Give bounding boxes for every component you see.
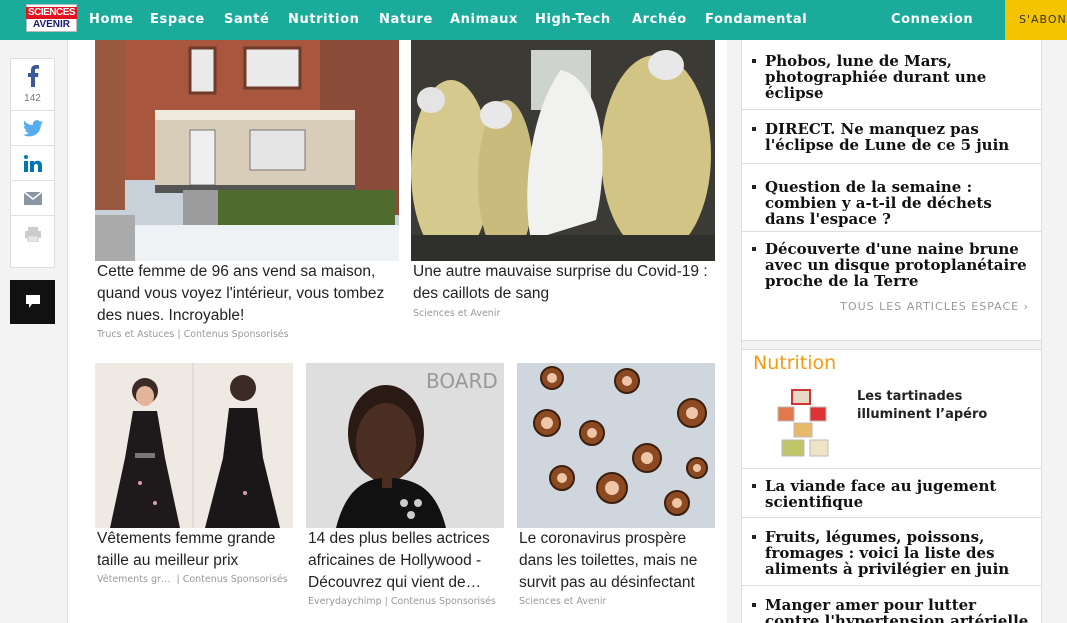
twitter-icon bbox=[22, 120, 43, 137]
sidebar-article[interactable]: Fruits, légumes, poissons, fromages : vo… bbox=[742, 518, 1041, 586]
nav-item-fondamental[interactable]: Fondamental bbox=[705, 12, 807, 27]
nav-item-high-tech[interactable]: High-Tech bbox=[535, 12, 611, 27]
sponsored-label[interactable]: Contenus Sponsorisés bbox=[391, 596, 496, 607]
facebook-share-button[interactable]: 142 bbox=[11, 59, 54, 111]
sponsored-card-actresses[interactable]: BOARD 14 des plus belles actrices africa… bbox=[306, 363, 506, 623]
bullet-icon bbox=[752, 185, 756, 189]
card-title[interactable]: Le coronavirus prospère dans les toilett… bbox=[519, 528, 715, 594]
sidebar-article-title[interactable]: DIRECT. Ne manquez pas l'éclipse de Lune… bbox=[765, 121, 1033, 153]
sponsored-card-clothing[interactable]: Vêtements femme grande taille au meilleu… bbox=[95, 363, 295, 623]
email-icon bbox=[23, 192, 42, 205]
house-image[interactable] bbox=[95, 40, 399, 261]
comment-button[interactable] bbox=[10, 280, 55, 324]
nav-item-home[interactable]: Home bbox=[89, 12, 134, 27]
card-source: Trucs et Astuces | Contenus Sponsorisés bbox=[97, 329, 289, 340]
card-source: Sciences et Avenir bbox=[519, 596, 606, 607]
comment-icon bbox=[25, 295, 40, 308]
share-box: 142 bbox=[10, 58, 55, 268]
linkedin-icon bbox=[23, 155, 42, 172]
sidebar-article-title[interactable]: Découverte d'une naine brune avec un dis… bbox=[765, 241, 1033, 289]
sponsored-label[interactable]: Contenus Sponsorisés bbox=[183, 574, 288, 585]
card-title[interactable]: 14 des plus belles actrices africaines d… bbox=[308, 528, 504, 594]
logo-line-1: SCIENCES bbox=[25, 6, 78, 19]
sponsored-card-house[interactable]: Cette femme de 96 ans vend sa maison, qu… bbox=[95, 40, 400, 350]
sidebar-article[interactable]: Phobos, lune de Mars, photographiée dura… bbox=[742, 40, 1041, 110]
source-name: Sciences et Avenir bbox=[519, 596, 607, 607]
facebook-icon bbox=[27, 65, 39, 87]
all-espace-articles-link[interactable]: TOUS LES ARTICLES ESPACE › bbox=[840, 300, 1029, 313]
dress-image[interactable] bbox=[95, 363, 293, 528]
print-button[interactable] bbox=[11, 217, 54, 251]
nav-item-archeo[interactable]: Archéo bbox=[632, 12, 687, 27]
sidebar-article[interactable]: Manger amer pour lutter contre l'hyperte… bbox=[742, 586, 1041, 623]
bullet-icon bbox=[752, 484, 756, 488]
sidebar-article-title[interactable]: Question de la semaine : combien y a-t-i… bbox=[765, 179, 1033, 227]
nav-item-nature[interactable]: Nature bbox=[379, 12, 433, 27]
surgery-image[interactable] bbox=[411, 40, 715, 261]
logo-line-2: AVENIR bbox=[32, 18, 71, 30]
source-name: Vêtements gr… bbox=[97, 574, 171, 585]
svg-text:BOARD: BOARD bbox=[426, 369, 498, 393]
card-title[interactable]: Une autre mauvaise surprise du Covid-19 … bbox=[413, 261, 717, 305]
section-divider bbox=[742, 340, 1041, 350]
nav-item-animaux[interactable]: Animaux bbox=[450, 12, 518, 27]
bullet-icon bbox=[752, 247, 756, 251]
bullet-icon bbox=[752, 59, 756, 63]
actress-image[interactable]: BOARD bbox=[306, 363, 504, 528]
nav-item-espace[interactable]: Espace bbox=[150, 12, 205, 27]
card-source: Everydaychimp | Contenus Sponsorisés bbox=[308, 596, 496, 607]
sponsored-content-grid: Cette femme de 96 ans vend sa maison, qu… bbox=[68, 40, 727, 623]
tartinades-image[interactable] bbox=[770, 385, 840, 460]
sidebar-article-title[interactable]: Fruits, légumes, poissons, fromages : vo… bbox=[765, 529, 1033, 577]
subscribe-button[interactable]: S'ABONNER bbox=[1005, 0, 1067, 40]
bullet-icon bbox=[752, 535, 756, 539]
nav-item-nutrition[interactable]: Nutrition bbox=[288, 12, 359, 27]
facebook-share-count: 142 bbox=[24, 93, 41, 104]
sidebar-article-title[interactable]: Phobos, lune de Mars, photographiée dura… bbox=[765, 53, 1033, 101]
sidebar-article[interactable]: Découverte d'une naine brune avec un dis… bbox=[742, 232, 1041, 290]
card-source: Vêtements gr… | Contenus Sponsorisés bbox=[97, 574, 288, 585]
chevron-right-icon: › bbox=[1023, 300, 1029, 313]
linkedin-share-button[interactable] bbox=[11, 147, 54, 181]
sponsored-card-coronavirus-toilets[interactable]: Le coronavirus prospère dans les toilett… bbox=[517, 363, 717, 623]
nutrition-heading[interactable]: Nutrition bbox=[753, 352, 836, 374]
card-title[interactable]: Cette femme de 96 ans vend sa maison, qu… bbox=[97, 261, 399, 327]
source-name: Trucs et Astuces bbox=[97, 329, 175, 340]
top-navbar: SCIENCES AVENIR Home Espace Santé Nutrit… bbox=[0, 0, 1067, 40]
coronavirus-image[interactable] bbox=[517, 363, 715, 528]
sidebar-article[interactable]: DIRECT. Ne manquez pas l'éclipse de Lune… bbox=[742, 110, 1041, 164]
site-logo[interactable]: SCIENCES AVENIR bbox=[25, 4, 78, 32]
bullet-icon bbox=[752, 603, 756, 607]
login-link[interactable]: Connexion bbox=[891, 12, 973, 27]
nav-item-sante[interactable]: Santé bbox=[224, 12, 269, 27]
print-icon bbox=[24, 226, 41, 242]
all-espace-label: TOUS LES ARTICLES ESPACE bbox=[840, 300, 1020, 313]
column-separator bbox=[727, 40, 741, 623]
sidebar-article[interactable]: La viande face au jugement scientifique bbox=[742, 468, 1041, 518]
sidebar-article-title[interactable]: Manger amer pour lutter contre l'hyperte… bbox=[765, 597, 1033, 623]
sidebar-article[interactable]: Question de la semaine : combien y a-t-i… bbox=[742, 164, 1041, 232]
source-name: Sciences et Avenir bbox=[413, 308, 501, 319]
source-name: Everydaychimp bbox=[308, 596, 382, 607]
email-share-button[interactable] bbox=[11, 182, 54, 216]
card-title[interactable]: Vêtements femme grande taille au meilleu… bbox=[97, 528, 293, 572]
nutrition-feature-title[interactable]: Les tartinades illuminent l’apéro bbox=[857, 388, 1027, 424]
sidebar: Phobos, lune de Mars, photographiée dura… bbox=[741, 40, 1042, 623]
card-source: Sciences et Avenir bbox=[413, 308, 500, 319]
share-rail: 142 bbox=[0, 40, 68, 623]
sponsored-label[interactable]: Contenus Sponsorisés bbox=[184, 329, 289, 340]
sponsored-card-covid-blood-clots[interactable]: Une autre mauvaise surprise du Covid-19 … bbox=[411, 40, 717, 350]
bullet-icon bbox=[752, 127, 756, 131]
twitter-share-button[interactable] bbox=[11, 112, 54, 146]
sidebar-article-title[interactable]: La viande face au jugement scientifique bbox=[765, 478, 1033, 510]
